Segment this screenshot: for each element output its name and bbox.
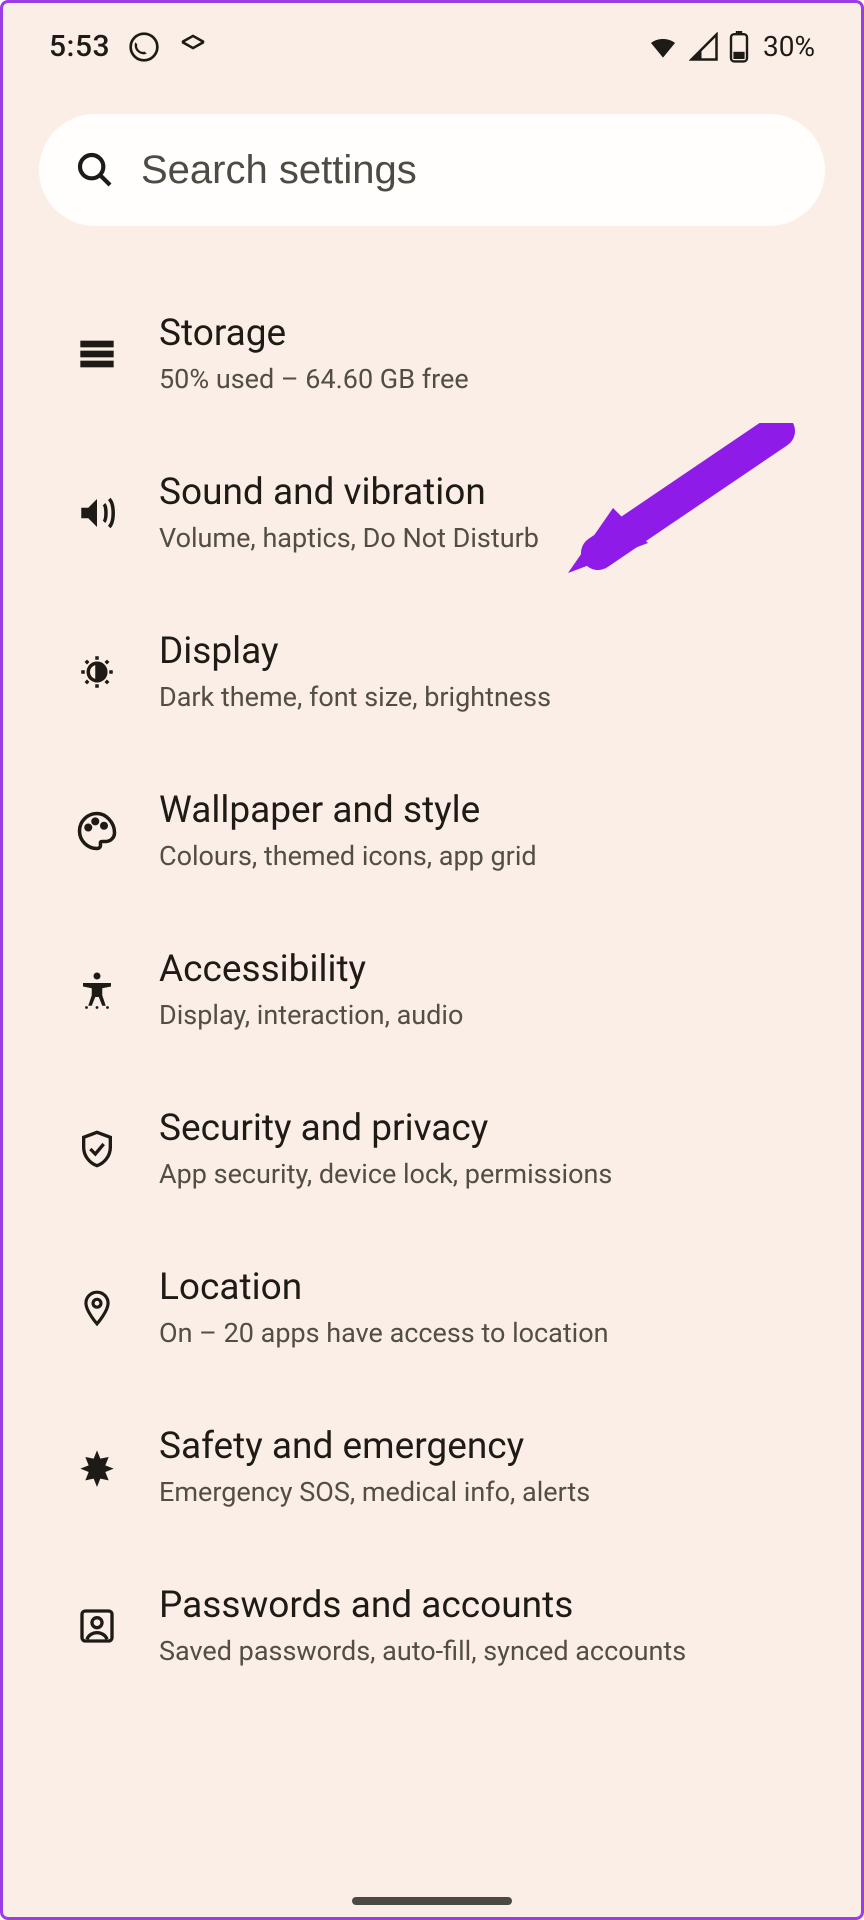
setting-text: Storage 50% used – 64.60 GB free: [159, 312, 469, 395]
medical-icon: [73, 1443, 121, 1491]
setting-title: Storage: [159, 312, 469, 355]
setting-subtitle: Colours, themed icons, app grid: [159, 840, 537, 872]
setting-item-sound[interactable]: Sound and vibration Volume, haptics, Do …: [3, 433, 861, 592]
setting-text: Security and privacy App security, devic…: [159, 1107, 612, 1190]
setting-title: Location: [159, 1266, 609, 1309]
setting-subtitle: Display, interaction, audio: [159, 999, 463, 1031]
nav-handle[interactable]: [352, 1897, 512, 1905]
search-settings[interactable]: [39, 114, 825, 226]
package-icon: [178, 32, 208, 62]
palette-icon: [73, 807, 121, 855]
setting-text: Safety and emergency Emergency SOS, medi…: [159, 1425, 590, 1508]
status-left: 5:53: [49, 29, 208, 64]
status-bar: 5:53 30%: [3, 3, 861, 74]
search-wrap: [3, 74, 861, 246]
setting-item-safety[interactable]: Safety and emergency Emergency SOS, medi…: [3, 1387, 861, 1546]
setting-subtitle: Dark theme, font size, brightness: [159, 681, 551, 713]
setting-subtitle: On – 20 apps have access to location: [159, 1317, 609, 1349]
setting-text: Wallpaper and style Colours, themed icon…: [159, 789, 537, 872]
setting-subtitle: 50% used – 64.60 GB free: [159, 363, 469, 395]
setting-subtitle: App security, device lock, permissions: [159, 1158, 612, 1190]
setting-text: Sound and vibration Volume, haptics, Do …: [159, 471, 539, 554]
setting-item-accessibility[interactable]: Accessibility Display, interaction, audi…: [3, 910, 861, 1069]
setting-title: Display: [159, 630, 551, 673]
location-icon: [73, 1284, 121, 1332]
setting-subtitle: Saved passwords, auto-fill, synced accou…: [159, 1635, 686, 1667]
setting-item-passwords[interactable]: Passwords and accounts Saved passwords, …: [3, 1546, 861, 1705]
display-icon: [73, 648, 121, 696]
signal-icon: [689, 32, 719, 62]
setting-subtitle: Emergency SOS, medical info, alerts: [159, 1476, 590, 1508]
setting-title: Security and privacy: [159, 1107, 612, 1150]
search-icon: [75, 150, 115, 190]
settings-screen: 5:53 30%: [0, 0, 864, 1920]
setting-item-storage[interactable]: Storage 50% used – 64.60 GB free: [3, 274, 861, 433]
setting-title: Accessibility: [159, 948, 463, 991]
setting-item-display[interactable]: Display Dark theme, font size, brightnes…: [3, 592, 861, 751]
search-input[interactable]: [141, 148, 789, 193]
setting-item-wallpaper[interactable]: Wallpaper and style Colours, themed icon…: [3, 751, 861, 910]
storage-icon: [73, 330, 121, 378]
setting-title: Passwords and accounts: [159, 1584, 686, 1627]
status-time: 5:53: [49, 29, 110, 64]
setting-title: Wallpaper and style: [159, 789, 537, 832]
battery-percent: 30%: [763, 30, 815, 63]
settings-list: Storage 50% used – 64.60 GB free Sound a…: [3, 246, 861, 1705]
shield-icon: [73, 1125, 121, 1173]
setting-item-location[interactable]: Location On – 20 apps have access to loc…: [3, 1228, 861, 1387]
battery-icon: [729, 31, 749, 63]
account-box-icon: [73, 1602, 121, 1650]
sound-icon: [73, 489, 121, 537]
setting-text: Accessibility Display, interaction, audi…: [159, 948, 463, 1031]
setting-item-security[interactable]: Security and privacy App security, devic…: [3, 1069, 861, 1228]
whatsapp-icon: [128, 31, 160, 63]
setting-text: Passwords and accounts Saved passwords, …: [159, 1584, 686, 1667]
setting-text: Location On – 20 apps have access to loc…: [159, 1266, 609, 1349]
accessibility-icon: [73, 966, 121, 1014]
setting-title: Sound and vibration: [159, 471, 539, 514]
setting-text: Display Dark theme, font size, brightnes…: [159, 630, 551, 713]
wifi-icon: [647, 31, 679, 63]
setting-title: Safety and emergency: [159, 1425, 590, 1468]
status-right: 30%: [647, 30, 815, 63]
setting-subtitle: Volume, haptics, Do Not Disturb: [159, 522, 539, 554]
